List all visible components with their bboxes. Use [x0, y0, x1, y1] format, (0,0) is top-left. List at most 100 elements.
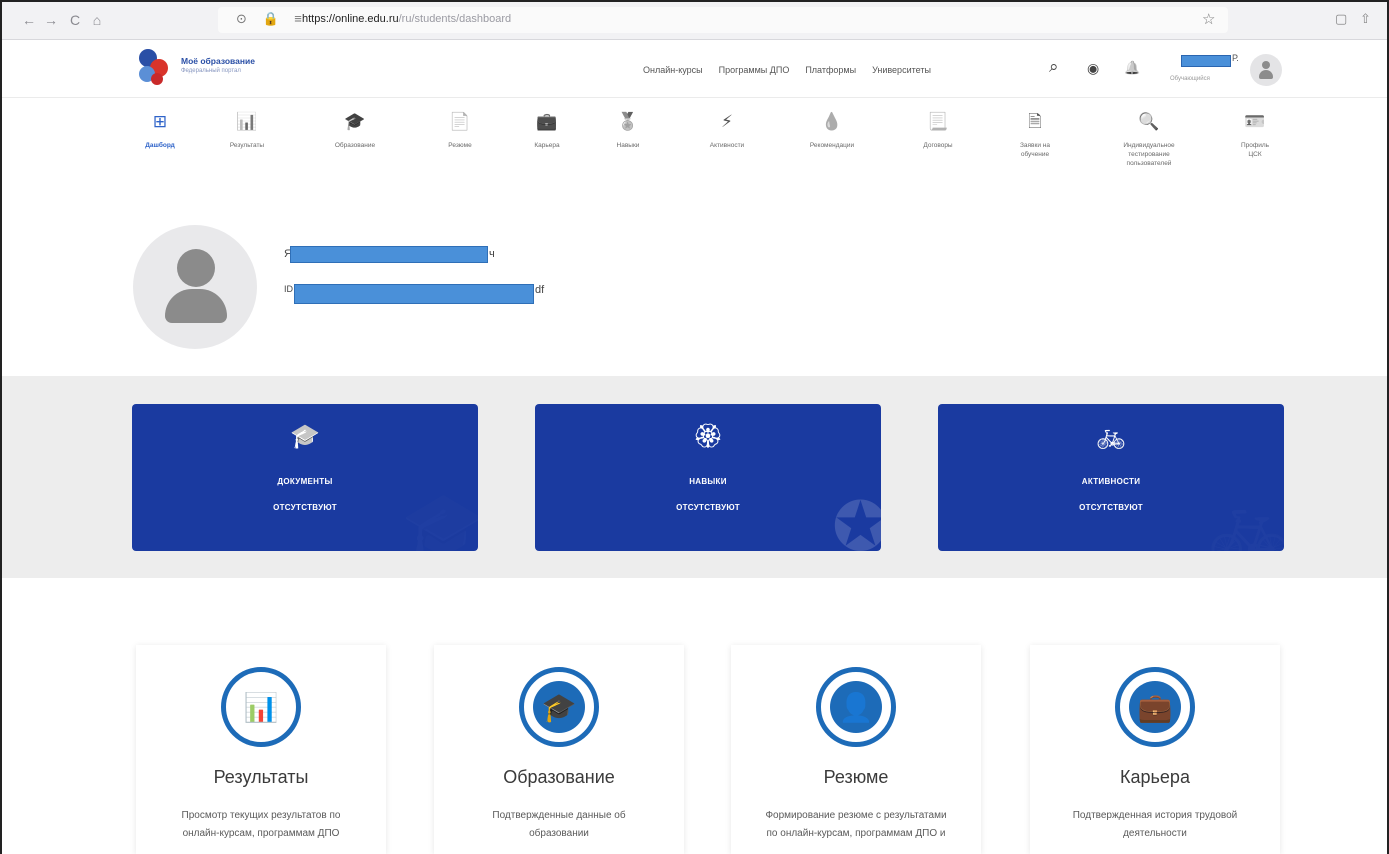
tab-skills[interactable]: 🏅 Навыки	[583, 111, 673, 150]
briefcase-icon: 💼	[1129, 681, 1181, 733]
grid-icon: ⊞	[152, 112, 168, 131]
top-nav: Онлайн-курсы Программы ДПО Платформы Уни…	[643, 65, 931, 75]
eye-icon[interactable]: ◉	[1087, 60, 1099, 77]
logo-title[interactable]: Моё образование	[181, 56, 255, 66]
skills-card-title: НАВЫКИ	[689, 477, 727, 486]
bicycle-icon: 🚲	[1096, 423, 1126, 450]
tab-applications[interactable]: 🗎 Заявки на обучение	[990, 111, 1080, 159]
summary-band: 🎓 ДОКУМЕНТЫ ОТСУТСТВУЮТ 🎓 🏵 НАВЫКИ ОТСУТ…	[0, 376, 1389, 578]
activities-card-title: АКТИВНОСТИ	[1081, 477, 1141, 486]
tab-activities[interactable]: ⚡ Активности	[682, 111, 772, 150]
resume-card-title: Резюме	[823, 767, 889, 787]
profile-name-redacted	[290, 246, 488, 263]
user-role: Обучающийся	[1170, 76, 1210, 82]
url-text: https://online.edu.ru/ru/students/dashbo…	[302, 13, 511, 25]
briefcase-icon: 💼	[536, 112, 558, 131]
site-header: Моё образование Федеральный портал Онлай…	[0, 40, 1389, 98]
activities-card[interactable]: 🚲 АКТИВНОСТИ ОТСУТСТВУЮТ 🚲	[938, 404, 1284, 551]
profile-id-suffix: df	[535, 284, 545, 296]
url-host: https://online.edu.ru	[302, 13, 399, 25]
bicycle-watermark-icon: 🚲	[1207, 489, 1284, 551]
application-icon: 🗎	[1028, 112, 1042, 131]
tab-label: Резюме	[448, 142, 472, 149]
tab-label: Договоры	[923, 142, 953, 149]
tab-label: Профиль ЦСК	[1240, 142, 1270, 158]
logo-icon[interactable]	[137, 48, 173, 86]
tab-label: Рекомендации	[809, 142, 855, 149]
medal-icon: 🏅	[617, 112, 639, 131]
resume-person-icon: 👤	[830, 681, 882, 733]
contract-icon: 📃	[927, 112, 949, 131]
results-card-title: Результаты	[213, 767, 309, 787]
education-icon-ring: 🎓	[519, 667, 599, 747]
graduation-cap-watermark-icon: 🎓	[401, 489, 478, 551]
resume-card-description: Формирование резюме с результатами по он…	[765, 810, 947, 839]
address-bar[interactable]: ⊙ 🔒 ≡ https://online.edu.ru/ru/students/…	[218, 7, 1228, 33]
results-feature-card[interactable]: 📊 Результаты Просмотр текущих результато…	[136, 645, 386, 854]
pocket-icon[interactable]: ▢	[1335, 11, 1347, 27]
profile-id-redacted	[294, 284, 534, 304]
id-card-icon: 🪪	[1244, 112, 1266, 131]
skills-card[interactable]: 🏵 НАВЫКИ ОТСУТСТВУЮТ ✪	[535, 404, 881, 551]
tab-csk-profile[interactable]: 🪪 Профиль ЦСК	[1210, 111, 1300, 159]
dashboard-tabbar: ⊞ Дашборд 📊 Результаты 🎓 Образование 📄 Резюм…	[0, 99, 1389, 189]
resume-feature-card[interactable]: 👤 Резюме Формирование резюме с результат…	[731, 645, 981, 854]
bell-icon[interactable]: 🔔	[1124, 60, 1140, 76]
tab-individual-testing[interactable]: 🔍 Индивидуальное тестирование пользовател…	[1099, 111, 1199, 168]
bar-chart-icon: 📊	[243, 691, 279, 723]
tab-career[interactable]: 💼 Карьера	[502, 111, 592, 150]
tab-recommendations[interactable]: 💧 Рекомендации	[787, 111, 877, 150]
profile-id-prefix: ID	[284, 284, 293, 294]
avatar[interactable]	[1250, 54, 1282, 86]
education-card-description: Подтвержденные данные об образовании	[492, 810, 626, 839]
education-feature-card[interactable]: 🎓 Образование Подтвержденные данные об о…	[434, 645, 684, 854]
logo-subtitle: Федеральный портал	[181, 68, 241, 74]
resume-icon-ring: 👤	[816, 667, 896, 747]
nav-link-dpo-programs[interactable]: Программы ДПО	[719, 65, 790, 75]
results-card-description: Просмотр текущих результатов по онлайн-к…	[181, 810, 341, 839]
tab-education[interactable]: 🎓 Образование	[310, 111, 400, 150]
star-badge-watermark-icon: ✪	[832, 489, 881, 551]
graduation-cap-icon: 🎓	[290, 423, 320, 450]
home-icon[interactable]: ⌂	[88, 11, 106, 29]
documents-card-title: ДОКУМЕНТЫ	[277, 477, 333, 486]
screenshot-frame-top	[0, 0, 1389, 2]
magnifier-icon: 🔍	[1138, 112, 1160, 131]
drop-icon: 💧	[821, 112, 843, 131]
tab-label: Индивидуальное тестирование пользователе…	[1123, 142, 1175, 167]
screenshot-frame-left	[0, 0, 2, 854]
profile-name-suffix: ч	[489, 248, 495, 260]
rosette-icon: 🏵	[692, 423, 724, 450]
user-name-redacted[interactable]	[1181, 55, 1231, 67]
career-card-description: Подтвержденная история трудовой деятельн…	[1072, 810, 1238, 839]
tab-label: Карьера	[534, 142, 560, 149]
nav-link-platforms[interactable]: Платформы	[805, 65, 856, 75]
tab-contracts[interactable]: 📃 Договоры	[893, 111, 983, 150]
nav-link-universities[interactable]: Университеты	[872, 65, 931, 75]
tab-dashboard[interactable]: ⊞ Дашборд	[115, 111, 205, 150]
tab-label: Дашборд	[145, 142, 175, 149]
documents-card[interactable]: 🎓 ДОКУМЕНТЫ ОТСУТСТВУЮТ 🎓	[132, 404, 478, 551]
user-name-tail: Р.	[1232, 53, 1239, 63]
career-card-title: Карьера	[1120, 767, 1190, 787]
share-icon[interactable]: ⇧	[1360, 11, 1371, 27]
site-info-icon[interactable]: ⊙ 🔒 ≡	[236, 11, 308, 27]
search-icon[interactable]: ⌕	[1049, 57, 1059, 77]
bookmark-star-icon[interactable]: ☆	[1202, 10, 1215, 28]
skills-card-status: ОТСУТСТВУЮТ	[676, 503, 740, 512]
tab-resume[interactable]: 📄 Резюме	[415, 111, 505, 150]
nav-link-online-courses[interactable]: Онлайн-курсы	[643, 65, 703, 75]
tab-results[interactable]: 📊 Результаты	[202, 111, 292, 150]
career-feature-card[interactable]: 💼 Карьера Подтвержденная история трудово…	[1030, 645, 1280, 854]
tab-label: Активности	[709, 142, 745, 149]
lightning-icon: ⚡	[721, 112, 733, 131]
education-card-title: Образование	[503, 767, 615, 787]
reload-icon[interactable]: C	[66, 11, 84, 29]
tab-label: Образование	[334, 142, 376, 149]
career-icon-ring: 💼	[1115, 667, 1195, 747]
back-icon[interactable]: ←	[20, 11, 38, 29]
chart-icon: 📊	[236, 112, 258, 131]
profile-avatar[interactable]	[133, 225, 257, 349]
forward-icon[interactable]: →	[42, 11, 60, 29]
tab-label: Результаты	[229, 142, 265, 149]
